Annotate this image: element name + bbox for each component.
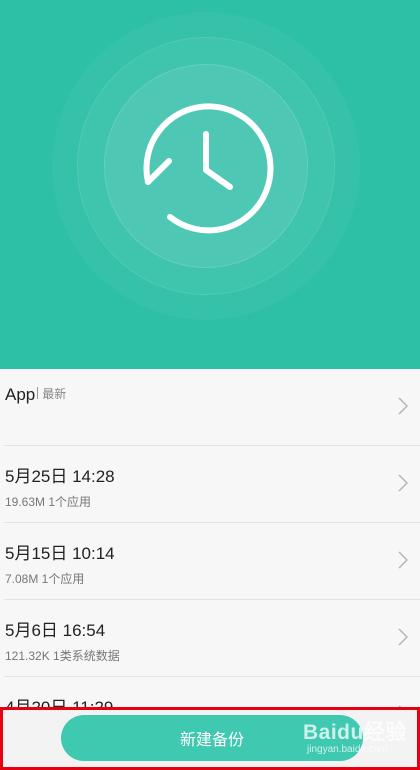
- backup-title-wrap: App 最新: [5, 385, 66, 405]
- chevron-right-icon: [398, 628, 408, 646]
- backup-list-item[interactable]: 4月20日 11:29: [4, 677, 420, 707]
- history-clock-icon: [143, 103, 274, 234]
- backup-title: 4月20日 11:29: [5, 693, 113, 707]
- chevron-right-icon: [398, 474, 408, 492]
- backup-title: 5月6日 16:54: [5, 621, 106, 640]
- backup-title: 5月25日 14:28: [5, 467, 115, 486]
- backup-title: 5月15日 10:14: [5, 544, 115, 563]
- chevron-right-icon: [398, 397, 408, 415]
- backup-title: App: [5, 385, 36, 404]
- backup-details: 121.32K 1类系统数据: [5, 649, 120, 663]
- watermark-url: jingyan.baidu.com: [307, 744, 388, 755]
- backup-list-item[interactable]: 5月15日 10:14 7.08M 1个应用: [4, 523, 420, 600]
- backup-list-item[interactable]: 5月6日 16:54 121.32K 1类系统数据: [4, 600, 420, 677]
- chevron-right-icon: [398, 551, 408, 569]
- watermark-brand: Baidu经验: [303, 721, 407, 744]
- backup-list: App 最新 5月25日 14:28 19.63M 1个应用 5月15日 10:1…: [0, 369, 420, 707]
- hero-banner: [0, 0, 420, 369]
- backup-details: 7.08M 1个应用: [5, 572, 85, 586]
- bottom-action-bar: 新建备份 Baidu经验 jingyan.baidu.com: [0, 707, 420, 770]
- latest-badge: 最新: [37, 387, 66, 401]
- baidu-watermark: Baidu经验 jingyan.baidu.com: [303, 716, 415, 762]
- backup-list-item[interactable]: 5月25日 14:28 19.63M 1个应用: [4, 446, 420, 523]
- backup-details: 19.63M 1个应用: [5, 495, 92, 509]
- backup-list-item[interactable]: App 最新: [4, 369, 420, 446]
